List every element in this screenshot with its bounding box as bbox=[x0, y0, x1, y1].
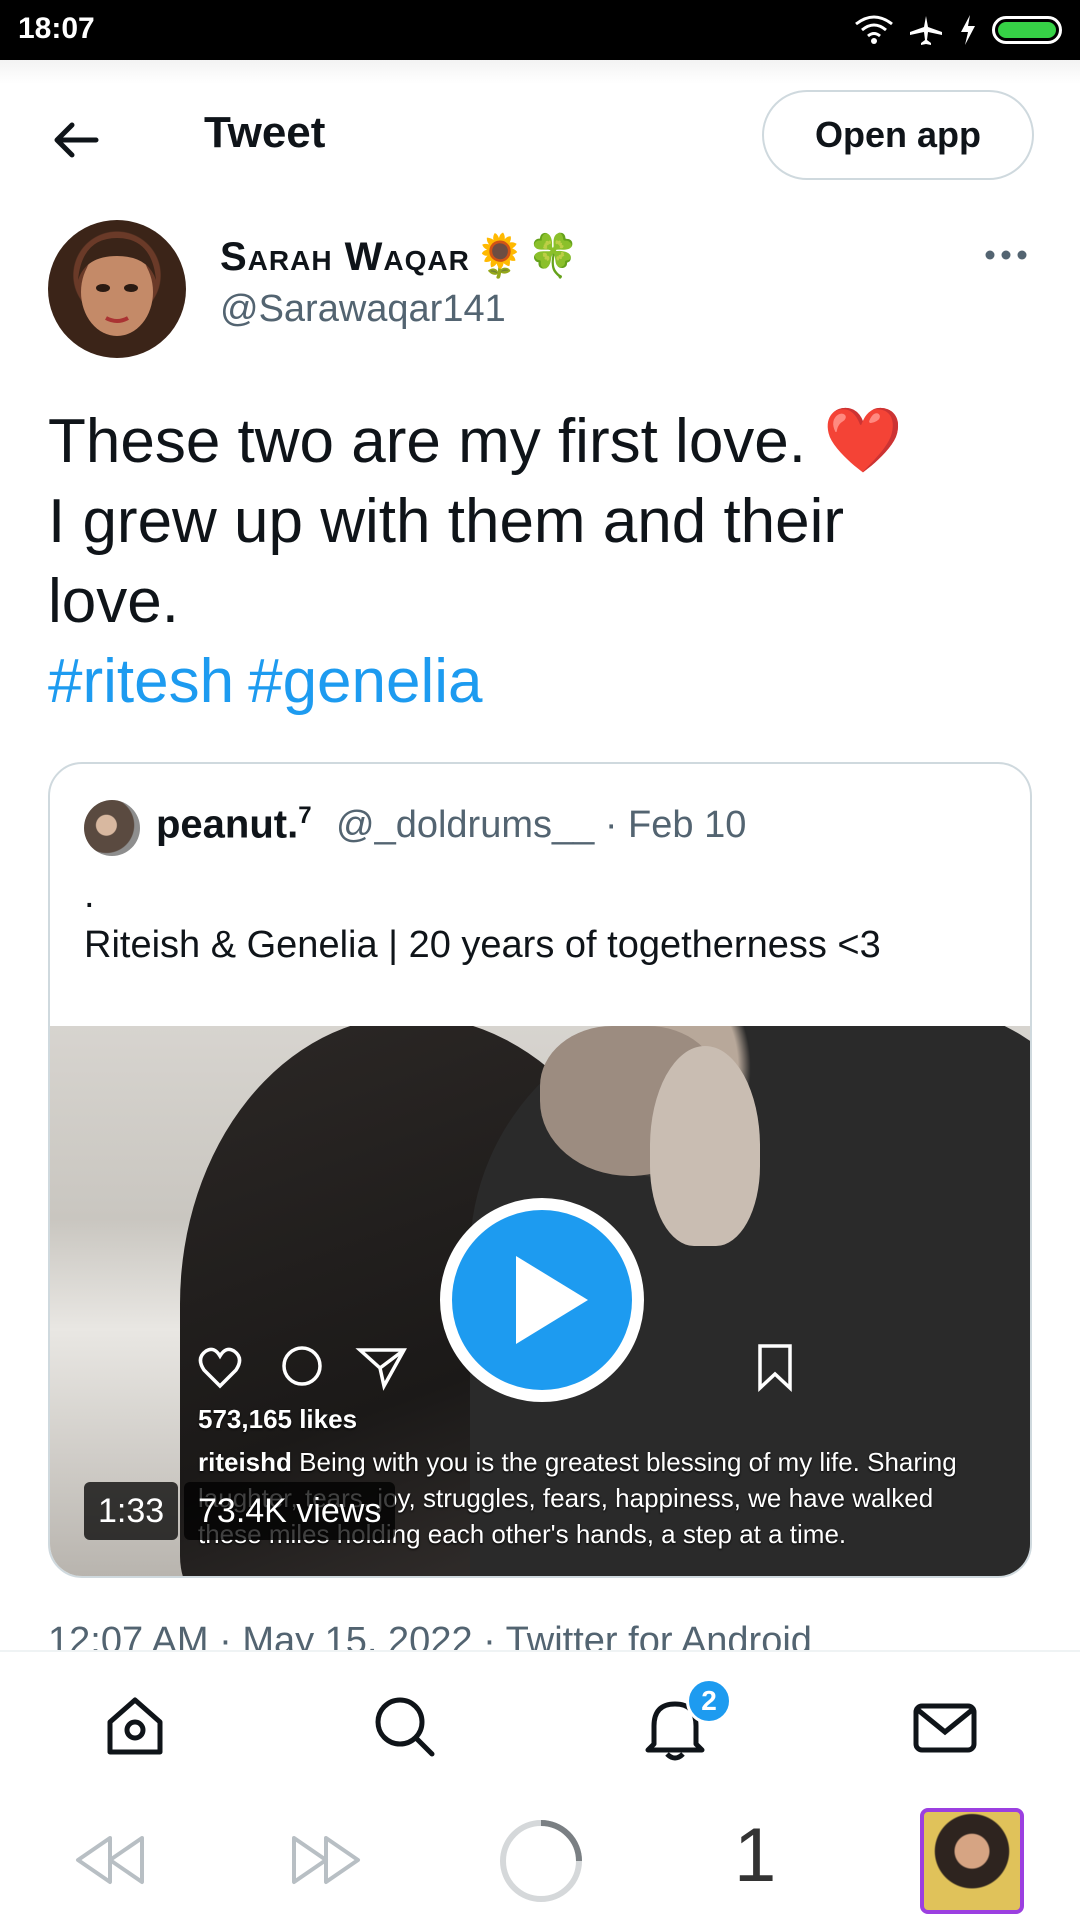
author-name-text: Sarah Waqar bbox=[220, 235, 470, 279]
quoted-author-name-text: peanut. bbox=[156, 802, 299, 847]
tweet-line-1-text: These two are my first love. bbox=[48, 407, 807, 476]
bottom-navigation: 2 bbox=[0, 1650, 1080, 1800]
video-duration: 1:33 bbox=[84, 1482, 179, 1540]
bookmark-icon bbox=[758, 1344, 792, 1392]
tab-count[interactable]: 1 bbox=[734, 1812, 776, 1899]
fast-forward-icon[interactable] bbox=[286, 1830, 366, 1890]
top-app-bar: Tweet Open app bbox=[0, 60, 1080, 210]
author-handle[interactable]: @Sarawaqar141 bbox=[220, 288, 506, 331]
battery-icon bbox=[992, 16, 1062, 44]
play-button[interactable] bbox=[440, 1198, 644, 1402]
video-frame-hand bbox=[650, 1046, 760, 1246]
hashtag-link[interactable]: #genelia bbox=[248, 647, 482, 716]
author-avatar[interactable] bbox=[48, 220, 186, 358]
tweet-line-3: love. bbox=[48, 567, 179, 636]
airplane-mode-icon bbox=[910, 16, 942, 45]
quoted-author-name-sup: 7 bbox=[298, 802, 312, 829]
video-views: 73.4K views bbox=[184, 1482, 396, 1540]
status-time: 18:07 bbox=[18, 12, 95, 45]
author-name-emojis: 🌻🍀 bbox=[473, 232, 581, 279]
rewind-back-icon[interactable] bbox=[70, 1830, 150, 1890]
quoted-author-name: peanut.7 bbox=[156, 802, 312, 847]
search-icon[interactable] bbox=[370, 1692, 440, 1762]
more-options-icon[interactable] bbox=[980, 240, 1032, 270]
messages-mail-icon[interactable] bbox=[910, 1692, 980, 1762]
video-player[interactable]: 573,165 likes riteishd Being with you is… bbox=[50, 1026, 1030, 1576]
quoted-tweet-card[interactable]: peanut.7 @_doldrums__ · Feb 10 . Riteish… bbox=[48, 762, 1032, 1578]
tweet-line-2: I grew up with them and their bbox=[48, 487, 845, 556]
open-app-button[interactable]: Open app bbox=[762, 90, 1034, 180]
tweet-text: These two are my first love. ❤️ I grew u… bbox=[48, 400, 1008, 722]
wifi-icon bbox=[855, 15, 893, 44]
send-icon bbox=[355, 1348, 407, 1391]
hashtags: #ritesh #genelia bbox=[48, 642, 1008, 722]
page-title: Tweet bbox=[204, 108, 326, 157]
loading-spinner-icon[interactable] bbox=[496, 1816, 586, 1906]
notification-badge: 2 bbox=[686, 1678, 732, 1724]
avatar-illustration bbox=[78, 238, 156, 336]
heart-emoji: ❤️ bbox=[823, 404, 903, 476]
status-bar: 18:07 bbox=[0, 0, 1080, 60]
tweet-line-1: These two are my first love. ❤️ bbox=[48, 400, 1008, 482]
quoted-tweet-text: Riteish & Genelia | 20 years of together… bbox=[84, 924, 881, 966]
author-name[interactable]: Sarah Waqar🌻🍀 bbox=[220, 232, 580, 281]
hashtag-link[interactable]: #ritesh bbox=[48, 647, 234, 716]
quoted-author-avatar bbox=[84, 800, 140, 856]
comment-icon bbox=[282, 1346, 322, 1386]
status-icons bbox=[854, 12, 1062, 48]
quoted-author-meta: @_doldrums__ · Feb 10 bbox=[336, 804, 747, 846]
heart-outline-icon bbox=[198, 1347, 242, 1389]
profile-thumbnail[interactable] bbox=[920, 1808, 1024, 1914]
quoted-tweet-dot: . bbox=[84, 874, 95, 916]
play-icon bbox=[516, 1256, 588, 1344]
video-overlay-likes: 573,165 likes bbox=[198, 1404, 358, 1434]
back-arrow-icon[interactable] bbox=[48, 112, 104, 168]
home-icon[interactable] bbox=[100, 1692, 170, 1762]
browser-toolbar: 1 bbox=[0, 1800, 1080, 1920]
charging-icon bbox=[961, 15, 975, 45]
tweet-timestamp: 12:07 AM · May 15, 2022 · Twitter for An… bbox=[48, 1620, 812, 1654]
video-overlay-user: riteishd bbox=[198, 1447, 292, 1477]
